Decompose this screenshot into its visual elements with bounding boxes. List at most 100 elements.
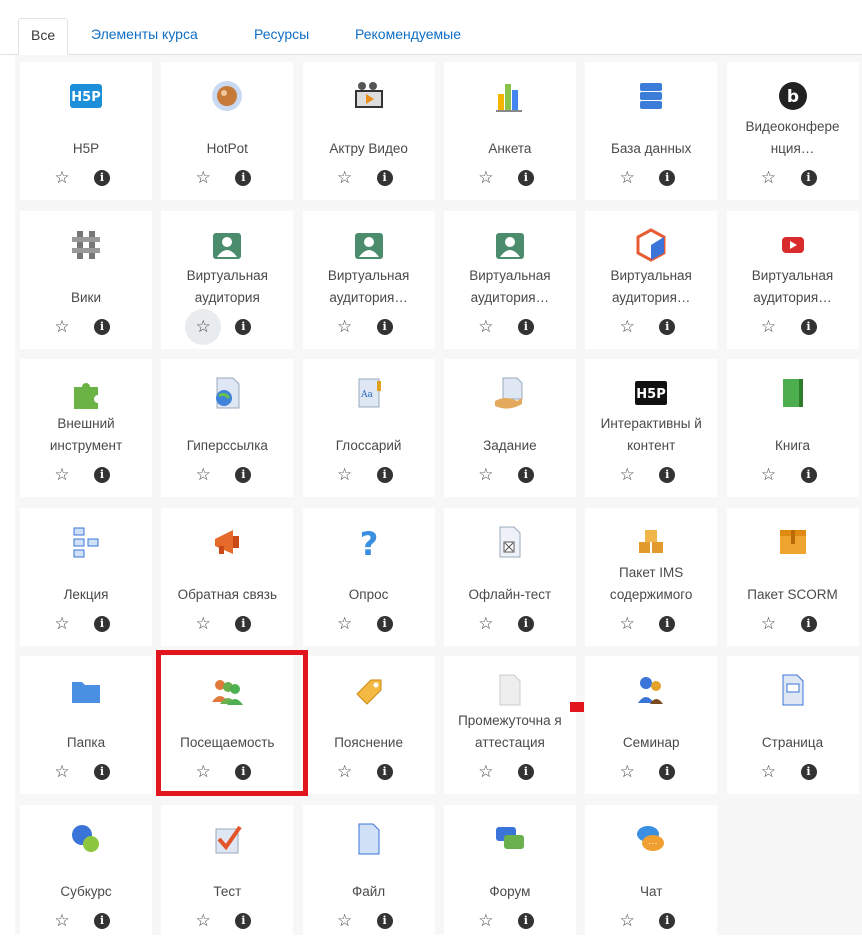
module-item-3[interactable]: Анкета ☆ i: [443, 62, 576, 200]
info-icon[interactable]: i: [376, 764, 393, 781]
info-icon[interactable]: i: [94, 170, 110, 186]
star-icon[interactable]: ☆: [615, 909, 639, 933]
module-item-16[interactable]: H5P Интерактивны й контент ☆ i: [585, 359, 718, 498]
info-icon[interactable]: i: [94, 318, 110, 335]
info-icon[interactable]: i: [659, 318, 676, 335]
star-icon[interactable]: ☆: [50, 463, 74, 487]
info-icon[interactable]: i: [517, 467, 534, 484]
info-icon[interactable]: i: [659, 170, 676, 186]
info-icon[interactable]: i: [235, 318, 252, 335]
info-icon[interactable]: i: [659, 913, 676, 929]
star-icon[interactable]: ☆: [333, 909, 357, 933]
star-icon[interactable]: ☆: [50, 166, 74, 190]
star-icon[interactable]: ☆: [50, 315, 74, 339]
star-icon[interactable]: ☆: [185, 308, 222, 345]
star-icon[interactable]: ☆: [474, 463, 498, 487]
module-item-4[interactable]: База данных ☆ i: [585, 62, 718, 200]
module-item-25[interactable]: Посещаемость ☆ i: [161, 656, 294, 795]
star-icon[interactable]: ☆: [615, 612, 639, 636]
info-icon[interactable]: i: [376, 318, 393, 335]
module-item-7[interactable]: Виртуальная аудитория ☆ i: [161, 210, 294, 349]
info-icon[interactable]: i: [800, 764, 817, 781]
module-item-15[interactable]: Задание ☆ i: [443, 359, 576, 498]
module-item-14[interactable]: Aa Глоссарий ☆ i: [302, 359, 435, 498]
star-icon[interactable]: ☆: [333, 463, 357, 487]
module-item-27[interactable]: Промежуточна я аттестация ☆ i: [443, 656, 576, 795]
module-item-23[interactable]: Пакет SCORM ☆ i: [726, 507, 859, 646]
star-icon[interactable]: ☆: [757, 760, 781, 784]
module-item-24[interactable]: Папка ☆ i: [20, 656, 152, 795]
star-icon[interactable]: ☆: [191, 166, 215, 190]
module-item-19[interactable]: Обратная связь ☆ i: [161, 507, 294, 646]
info-icon[interactable]: i: [376, 170, 393, 186]
module-item-0[interactable]: H5P H5P ☆ i: [20, 62, 152, 200]
info-icon[interactable]: i: [235, 615, 252, 632]
module-item-32[interactable]: Файл ☆ i: [302, 805, 435, 943]
module-item-2[interactable]: Актру Видео ☆ i: [302, 62, 435, 200]
star-icon[interactable]: ☆: [333, 315, 357, 339]
star-icon[interactable]: ☆: [333, 760, 357, 784]
module-item-1[interactable]: HotPot ☆ i: [161, 62, 294, 200]
info-icon[interactable]: i: [800, 615, 817, 632]
info-icon[interactable]: i: [517, 170, 534, 186]
module-item-13[interactable]: Гиперссылка ☆ i: [161, 359, 294, 498]
module-item-12[interactable]: Внешний инструмент ☆ i: [20, 359, 152, 498]
info-icon[interactable]: i: [235, 764, 252, 781]
info-icon[interactable]: i: [659, 615, 676, 632]
info-icon[interactable]: i: [235, 467, 252, 484]
info-icon[interactable]: i: [517, 615, 534, 632]
module-item-34[interactable]: ··· Чат ☆ i: [585, 805, 718, 943]
info-icon[interactable]: i: [376, 467, 393, 484]
info-icon[interactable]: i: [94, 615, 110, 632]
info-icon[interactable]: i: [659, 764, 676, 781]
star-icon[interactable]: ☆: [615, 463, 639, 487]
star-icon[interactable]: ☆: [757, 612, 781, 636]
star-icon[interactable]: ☆: [191, 463, 215, 487]
star-icon[interactable]: ☆: [615, 315, 639, 339]
module-item-18[interactable]: Лекция ☆ i: [20, 507, 152, 646]
module-item-30[interactable]: Субкурс ☆ i: [20, 805, 152, 943]
star-icon[interactable]: ☆: [50, 760, 74, 784]
info-icon[interactable]: i: [517, 318, 534, 335]
module-item-20[interactable]: ? Опрос ☆ i: [302, 507, 435, 646]
module-item-5[interactable]: b Видеоконфере нция… ☆ i: [726, 62, 859, 200]
info-icon[interactable]: i: [800, 170, 817, 186]
module-item-26[interactable]: Пояснение ☆ i: [302, 656, 435, 795]
star-icon[interactable]: ☆: [191, 909, 215, 933]
module-item-21[interactable]: Офлайн-тест ☆ i: [443, 507, 576, 646]
module-item-31[interactable]: Тест ☆ i: [161, 805, 294, 943]
star-icon[interactable]: ☆: [474, 315, 498, 339]
star-icon[interactable]: ☆: [615, 760, 639, 784]
star-icon[interactable]: ☆: [474, 166, 498, 190]
info-icon[interactable]: i: [376, 615, 393, 632]
info-icon[interactable]: i: [800, 467, 817, 484]
module-item-17[interactable]: Книга ☆ i: [726, 359, 859, 498]
module-item-11[interactable]: Виртуальная аудитория… ☆ i: [726, 210, 859, 349]
star-icon[interactable]: ☆: [50, 612, 74, 636]
star-icon[interactable]: ☆: [757, 463, 781, 487]
info-icon[interactable]: i: [94, 764, 110, 781]
module-item-8[interactable]: Виртуальная аудитория… ☆ i: [302, 210, 435, 349]
star-icon[interactable]: ☆: [757, 166, 781, 190]
info-icon[interactable]: i: [94, 913, 110, 929]
tab-resources[interactable]: Ресурсы: [242, 18, 321, 54]
star-icon[interactable]: ☆: [474, 760, 498, 784]
tab-recommended[interactable]: Рекомендуемые: [343, 18, 473, 54]
module-item-9[interactable]: Виртуальная аудитория… ☆ i: [443, 210, 576, 349]
module-item-6[interactable]: Вики ☆ i: [20, 210, 152, 349]
info-icon[interactable]: i: [235, 913, 252, 929]
info-icon[interactable]: i: [94, 467, 110, 484]
star-icon[interactable]: ☆: [474, 909, 498, 933]
star-icon[interactable]: ☆: [191, 760, 215, 784]
info-icon[interactable]: i: [517, 913, 534, 929]
star-icon[interactable]: ☆: [333, 612, 357, 636]
info-icon[interactable]: i: [659, 467, 676, 484]
module-item-33[interactable]: Форум ☆ i: [443, 805, 576, 943]
module-item-22[interactable]: Пакет IMS содержимого ☆ i: [585, 507, 718, 646]
info-icon[interactable]: i: [517, 764, 534, 781]
module-item-29[interactable]: Страница ☆ i: [726, 656, 859, 795]
star-icon[interactable]: ☆: [191, 612, 215, 636]
star-icon[interactable]: ☆: [50, 909, 74, 933]
info-icon[interactable]: i: [235, 170, 252, 186]
star-icon[interactable]: ☆: [333, 166, 357, 190]
